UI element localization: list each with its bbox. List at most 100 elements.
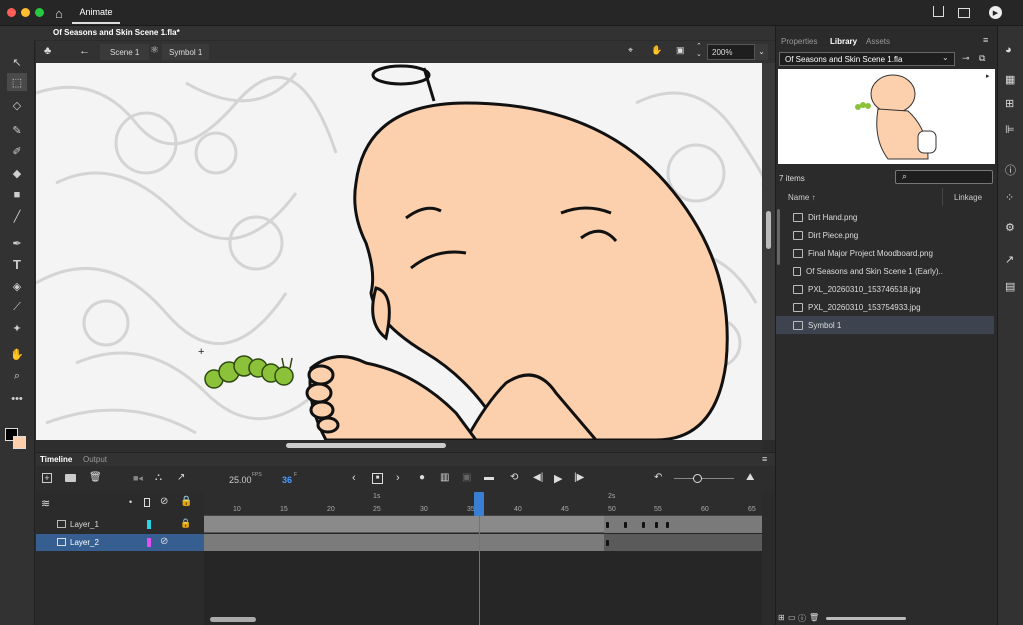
lock-icon[interactable]: 🔒 [180, 518, 191, 529]
play-icon[interactable]: ▶ [554, 472, 562, 485]
paint-brush-icon[interactable]: ✐ [7, 142, 27, 160]
loop-icon[interactable]: ⟲ [510, 472, 518, 483]
column-header-linkage[interactable]: Linkage [954, 193, 982, 202]
footer-scrollbar[interactable] [826, 617, 906, 620]
tab-output[interactable]: Output [83, 455, 107, 464]
keyframe[interactable] [655, 522, 658, 528]
tab-library[interactable]: Library [830, 37, 857, 46]
layer-row[interactable]: Layer_1 🔒 [36, 516, 204, 533]
keyframe[interactable] [606, 540, 609, 546]
keyframe[interactable] [624, 522, 627, 528]
info-icon[interactable]: ⓘ [1005, 162, 1016, 178]
lock-all-icon[interactable]: 🔒 [180, 496, 192, 507]
layer-color-tag[interactable] [147, 520, 151, 529]
pin-library-icon[interactable]: ⊸ [962, 53, 970, 64]
new-folder-icon[interactable]: ▭ [788, 613, 796, 622]
step-forward-icon[interactable]: |▶ [574, 472, 584, 483]
new-layer-icon[interactable]: + [42, 473, 52, 483]
color-panel-icon[interactable]: ◕ [1005, 44, 1012, 56]
frame-size-slider[interactable] [674, 478, 734, 479]
next-keyframe-icon[interactable]: › [396, 472, 400, 484]
line-tool-icon[interactable]: ╱ [7, 207, 27, 225]
components-icon[interactable]: ⚙ [1005, 221, 1015, 234]
more-tools-icon[interactable]: ••• [7, 390, 27, 408]
list-item[interactable]: Final Major Project Moodboard.png [776, 244, 994, 262]
fps-value[interactable]: 25.00 [229, 475, 252, 485]
camera-layer-icon[interactable]: ■◂ [133, 473, 143, 484]
column-header-name[interactable]: Name ↑ [788, 193, 816, 202]
stage-vertical-scrollbar[interactable] [762, 63, 775, 440]
horizontal-scroll-thumb[interactable] [286, 443, 446, 448]
paint-bucket-icon[interactable]: ◈ [7, 277, 27, 295]
text-tool-icon[interactable]: T [7, 255, 27, 273]
chevron-down-icon[interactable]: ⌄ [942, 53, 949, 62]
layer-row[interactable]: Layer_2 ⊘ [36, 534, 204, 551]
zoom-stepper[interactable]: ⌃ ⌄ [696, 43, 702, 59]
symbol-breadcrumb[interactable]: Symbol 1 [162, 44, 210, 60]
delete-icon[interactable]: 🗑 [809, 613, 819, 622]
stage-canvas[interactable]: + [36, 63, 762, 440]
stage-horizontal-scrollbar[interactable] [36, 440, 762, 452]
edit-multiple-frames-icon[interactable]: ▥ [440, 472, 449, 483]
create-tween-icon[interactable]: ▣ [462, 472, 471, 483]
camera-icon[interactable]: ✋ [651, 45, 662, 56]
timeline-menu-icon[interactable]: ≡ [762, 454, 767, 464]
layer-color-tag[interactable] [147, 538, 151, 547]
keyframe[interactable] [642, 522, 645, 528]
motion-presets-icon[interactable]: ⁘ [1005, 191, 1014, 204]
parenting-icon[interactable]: ⛬ [155, 472, 162, 483]
free-transform-tool-icon[interactable]: ⬚ [7, 73, 27, 91]
document-select[interactable]: Of Seasons and Skin Scene 1.fla [779, 52, 955, 66]
frame-span-layer2[interactable] [204, 534, 762, 551]
scene-breadcrumb[interactable]: Scene 1 [100, 44, 150, 60]
list-item[interactable]: Of Seasons and Skin Scene 1 (Early).. [776, 262, 994, 280]
onion-skin-icon[interactable]: ● [419, 472, 425, 483]
properties-icon[interactable]: ⓘ [798, 613, 806, 624]
timeline-frames[interactable]: 1s 2s 10 15 20 25 30 35 40 45 50 55 60 6… [204, 492, 762, 625]
vertical-scroll-thumb[interactable] [766, 211, 771, 249]
tab-timeline[interactable]: Timeline [40, 455, 72, 464]
eraser-icon[interactable]: ◆ [7, 164, 27, 182]
insert-frame-icon[interactable]: ▬ [484, 472, 494, 483]
brush-tool-icon[interactable]: ✎ [7, 121, 27, 139]
pin-tool-icon[interactable]: ✦ [7, 319, 27, 337]
tab-properties[interactable]: Properties [781, 37, 817, 46]
layer-name[interactable]: Layer_2 [70, 538, 99, 547]
outline-icon[interactable] [144, 498, 150, 507]
timeline-hscroll-thumb[interactable] [210, 617, 256, 622]
frame-picker-icon[interactable]: ▤ [1005, 280, 1015, 293]
zoom-window-button[interactable] [35, 8, 44, 17]
eyedropper-icon[interactable]: ⟋ [7, 298, 27, 316]
fit-timeline-icon[interactable]: ⛰ [746, 472, 754, 483]
tab-assets[interactable]: Assets [866, 37, 890, 46]
close-window-button[interactable] [7, 8, 16, 17]
library-search-input[interactable]: ⌕ [895, 170, 993, 184]
list-item[interactable]: Dirt Hand.png [776, 208, 994, 226]
document-tab[interactable]: Of Seasons and Skin Scene 1.fla* [53, 28, 180, 37]
new-library-panel-icon[interactable]: ⧉ [979, 53, 985, 64]
align-icon[interactable]: ⊫ [1005, 123, 1015, 136]
zoom-dropdown-icon[interactable]: ⌄ [755, 44, 768, 60]
rectangle-tool-icon[interactable]: ■ [7, 186, 27, 204]
delete-layer-icon[interactable]: 🗑 [89, 472, 102, 483]
frame-span-layer1[interactable] [204, 516, 762, 533]
edit-symbols-icon[interactable]: ♣ [44, 45, 51, 57]
new-symbol-icon[interactable]: ⊞ [778, 613, 785, 622]
swatches-icon[interactable]: ▦ [1005, 73, 1015, 86]
slider-thumb[interactable] [693, 474, 702, 483]
layer-name[interactable]: Layer_1 [70, 520, 99, 529]
list-item[interactable]: PXL_20260310_153754933.jpg [776, 298, 994, 316]
show-all-dot-icon[interactable]: • [129, 497, 132, 507]
hand-tool-icon[interactable]: ✋ [7, 345, 27, 363]
new-folder-icon[interactable] [65, 474, 76, 482]
hide-all-icon[interactable]: ⊘ [160, 496, 168, 507]
fill-color-swatch[interactable] [13, 436, 26, 449]
transform-icon[interactable]: ⊞ [1005, 97, 1014, 110]
playhead[interactable] [474, 492, 484, 516]
motion-editor-icon[interactable]: ↗ [1005, 253, 1014, 266]
pen-tool-icon[interactable]: ✒ [7, 234, 27, 252]
back-arrow-icon[interactable]: ← [79, 45, 90, 57]
home-icon[interactable]: ⌂ [55, 6, 63, 21]
keyframe[interactable] [606, 522, 609, 528]
test-movie-button[interactable]: ▶ [989, 6, 1002, 19]
